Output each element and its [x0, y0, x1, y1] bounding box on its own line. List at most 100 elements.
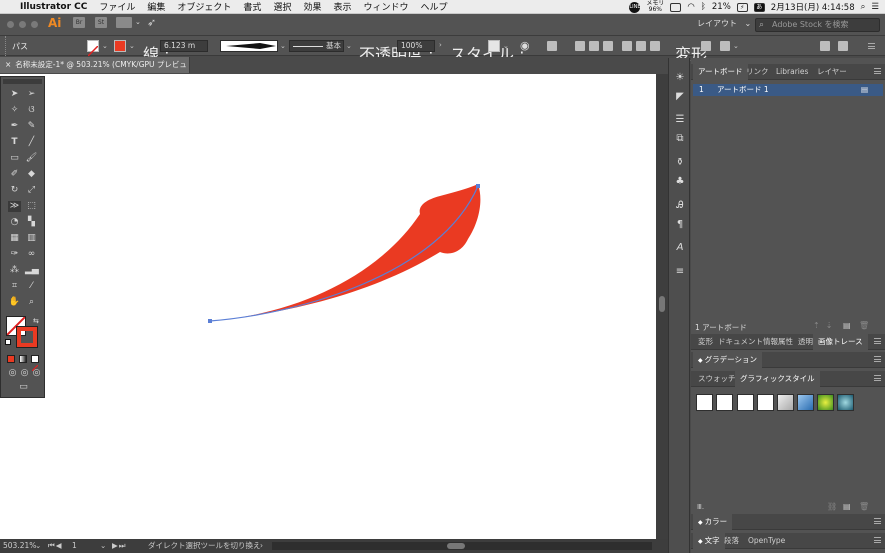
symbol-sprayer-tool-icon[interactable]: ⁂ [8, 265, 21, 276]
next-artboard-icon[interactable]: ▶⏭ [112, 539, 127, 553]
graphic-style-green[interactable] [817, 394, 834, 411]
artboard-action-icons[interactable]: ⇡⇣ [813, 321, 838, 330]
graphic-style-blue[interactable] [797, 394, 814, 411]
paintbrush-tool-icon[interactable]: 🖌 [25, 153, 38, 164]
new-artboard-icon[interactable]: ▤ [843, 321, 851, 330]
input-method-icon[interactable]: あ [753, 2, 765, 12]
magic-wand-tool-icon[interactable]: ✧ [8, 105, 21, 116]
tab-paragraph[interactable]: 段落 [719, 533, 744, 549]
recolor-artwork-icon[interactable]: ◉ [520, 39, 530, 52]
character-styles-icon[interactable]: Ꭿ [674, 200, 686, 212]
mesh-tool-icon[interactable]: ▦ [8, 233, 21, 244]
stroke-color-box[interactable] [16, 326, 38, 348]
column-graph-tool-icon[interactable]: ▂▄ [25, 265, 39, 276]
brushes-icon[interactable]: ⚱ [674, 157, 686, 169]
curvature-tool-icon[interactable]: ✎ [25, 121, 38, 132]
graphic-style-default[interactable] [696, 394, 713, 411]
symbols-icon[interactable]: ♣ [674, 176, 686, 188]
align-to-icon[interactable] [547, 41, 557, 51]
chevron-down-icon[interactable]: ⌄ [129, 42, 135, 50]
chevron-down-icon[interactable]: ⌄ [280, 42, 286, 50]
appearance-icon[interactable]: ☀ [674, 72, 686, 84]
display-icon[interactable] [670, 2, 682, 12]
tab-color[interactable]: ◆ カラー [693, 514, 733, 530]
draw-inside-icon[interactable]: ◎ [30, 368, 43, 379]
close-window-button[interactable] [7, 21, 14, 28]
graphic-style-no-fill[interactable] [757, 394, 774, 411]
artboard-list-item[interactable]: 1 アートボード 1 ▤ [693, 84, 883, 96]
menu-edit[interactable]: 編集 [141, 0, 171, 13]
artboard-canvas[interactable] [0, 74, 656, 539]
spotlight-icon[interactable]: ⌕ [861, 2, 866, 12]
red-leaf-shape[interactable] [210, 184, 481, 321]
chevron-down-icon[interactable]: ⌄ [102, 42, 108, 50]
bridge-button[interactable]: Br [73, 17, 85, 28]
graphic-style-swatch[interactable] [488, 40, 500, 52]
tab-gradient[interactable]: ◆ グラデーション [693, 352, 762, 368]
paragraph-styles-icon[interactable]: ¶ [674, 219, 686, 231]
default-colors-icon[interactable] [5, 339, 11, 345]
panel-menu-icon[interactable] [874, 537, 881, 543]
memory-monitor[interactable]: メモリ 96% [646, 1, 664, 13]
rectangle-tool-icon[interactable]: ▭ [8, 153, 21, 164]
align-right-icon[interactable] [603, 41, 613, 51]
menu-window[interactable]: ウィンドウ [357, 0, 414, 13]
shaper-tool-icon[interactable]: ✐ [8, 169, 21, 180]
panel-menu-icon[interactable] [874, 68, 881, 74]
wifi-icon[interactable]: ◠ [687, 2, 694, 12]
menu-help[interactable]: ヘルプ [415, 0, 454, 13]
clock[interactable]: 2月13日(月) 4:14:58 [771, 1, 855, 13]
shape-builder-tool-icon[interactable]: ◔ [8, 217, 21, 228]
stroke-panel-icon[interactable]: ≡ [674, 266, 686, 278]
graphic-style-default-text[interactable] [716, 394, 733, 411]
swap-fill-stroke-icon[interactable]: ⇆ [33, 317, 39, 325]
slice-tool-icon[interactable]: ⁄ [25, 281, 38, 292]
align-center-icon[interactable] [589, 41, 599, 51]
menu-object[interactable]: オブジェクト [171, 0, 237, 13]
anchor-point-start[interactable] [208, 319, 212, 323]
graphic-style-basic[interactable] [737, 394, 754, 411]
break-link-icon[interactable]: ⛓ [827, 502, 837, 511]
align-left-icon[interactable] [575, 41, 585, 51]
stroke-swatch[interactable] [114, 40, 126, 52]
chevron-down-icon[interactable]: ⌄ [135, 18, 141, 26]
chevron-down-icon[interactable]: ⌄ [503, 42, 509, 50]
delete-graphic-style-icon[interactable]: 🗑 [859, 502, 869, 511]
hand-tool-icon[interactable]: ✋ [8, 297, 21, 308]
tools-panel-header[interactable] [3, 79, 42, 84]
direct-selection-tool-icon[interactable]: ➢ [25, 89, 38, 100]
graphic-style-teal[interactable] [837, 394, 854, 411]
control-settings-icon[interactable] [838, 41, 848, 51]
gradient-tool-icon[interactable]: ▥ [25, 233, 38, 244]
lasso-tool-icon[interactable]: ଓ [25, 105, 38, 116]
line-app-icon[interactable]: LINE [629, 1, 641, 13]
workspace-switcher[interactable]: レイアウト ⌄ [697, 18, 751, 29]
graphic-style-libraries-icon[interactable]: Ⅲ. [697, 503, 704, 511]
tab-links[interactable]: リンク [741, 64, 774, 80]
scale-tool-icon[interactable]: ⤢ [25, 185, 38, 196]
artboard-tool-icon[interactable]: ⌗ [8, 281, 21, 292]
document-tab[interactable]: ×名称未設定-1* @ 503.21% (CMYK/GPU プレビュー) [0, 57, 190, 85]
stroke-weight-field[interactable]: 6.123 m [160, 40, 208, 52]
chevron-down-icon[interactable]: ⌄ [346, 42, 352, 50]
pen-tool-icon[interactable]: ✒ [8, 121, 21, 132]
stock-button[interactable]: St [95, 17, 107, 28]
panel-menu-icon[interactable] [874, 518, 881, 524]
chevron-down-icon[interactable]: ⌄ [100, 539, 106, 553]
blend-tool-icon[interactable]: ∞ [25, 249, 38, 260]
delete-artboard-icon[interactable]: 🗑 [859, 321, 869, 330]
width-tool-icon[interactable]: ≫ [8, 201, 21, 212]
vertical-scrollbar[interactable] [656, 74, 668, 539]
isolate-object-icon[interactable] [701, 41, 711, 51]
variable-width-profile[interactable] [220, 40, 278, 52]
minimize-window-button[interactable] [19, 21, 26, 28]
glyphs-icon[interactable]: A [674, 242, 686, 254]
tab-opentype[interactable]: OpenType [743, 533, 790, 549]
panel-menu-icon[interactable] [874, 356, 881, 362]
battery-icon[interactable]: ⚡ [736, 2, 748, 12]
eraser-tool-icon[interactable]: ◆ [25, 169, 38, 180]
type-tool-icon[interactable]: T [8, 137, 21, 148]
rotate-tool-icon[interactable]: ↻ [8, 185, 21, 196]
new-graphic-style-icon[interactable]: ▤ [843, 502, 851, 511]
tab-artboards[interactable]: アートボード [693, 64, 748, 80]
